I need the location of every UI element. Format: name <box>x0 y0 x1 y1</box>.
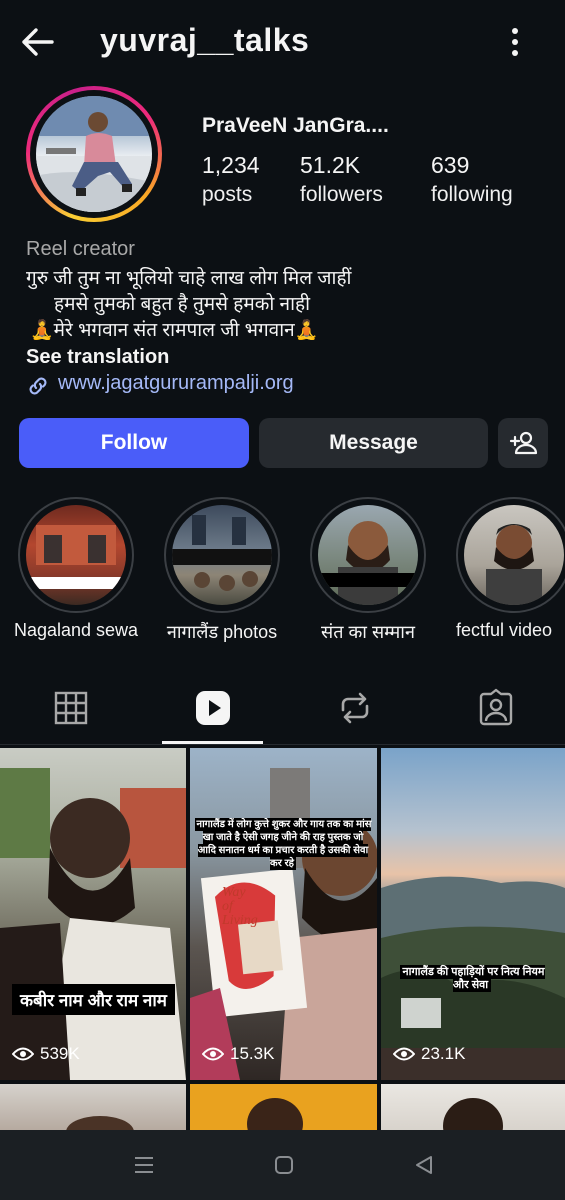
system-nav-bar <box>0 1130 565 1200</box>
repost-icon[interactable] <box>335 688 375 728</box>
top-bar: yuvraj__talks <box>0 0 565 80</box>
reel-thumbnail <box>381 876 565 1080</box>
link-icon <box>29 377 47 395</box>
add-user-button[interactable] <box>498 418 548 468</box>
avatar-photo <box>36 96 152 212</box>
profile-username: yuvraj__talks <box>100 22 310 58</box>
reel-views: 15.3K <box>202 1044 274 1064</box>
profile-category: Reel creator <box>26 238 135 260</box>
eye-icon <box>12 1047 34 1061</box>
see-translation-link[interactable]: See translation <box>26 346 169 369</box>
highlight-cover <box>172 505 272 605</box>
bio-link[interactable]: www.jagatgururampalji.org <box>58 372 294 395</box>
eye-icon <box>393 1047 415 1061</box>
grid-icon[interactable] <box>51 688 91 728</box>
followers-label: followers <box>300 183 383 206</box>
bio-line: हमसे तुमको बहुत है तुमसे हमको नाही <box>54 294 311 315</box>
highlight-cover <box>26 505 126 605</box>
message-button[interactable]: Message <box>259 418 488 468</box>
posts-count: 1,234 <box>202 152 260 178</box>
stat-posts[interactable]: 1,234 posts <box>202 152 260 207</box>
display-name: PraVeeN JanGra.... <box>202 114 389 137</box>
highlight-item[interactable] <box>310 497 426 613</box>
following-count: 639 <box>431 152 470 178</box>
reel-thumbnail <box>0 768 186 1080</box>
highlight-item[interactable] <box>456 497 565 613</box>
eye-icon <box>202 1047 224 1061</box>
reel-views-count: 539K <box>40 1044 80 1063</box>
highlight-cover <box>318 505 418 605</box>
highlight-item[interactable] <box>18 497 134 613</box>
posts-label: posts <box>202 183 253 206</box>
highlight-label: fectful video <box>456 620 553 640</box>
tagged-icon[interactable] <box>476 688 516 728</box>
reel-caption: नागालैंड की पहाड़ियों पर नित्य नियम और स… <box>397 965 547 992</box>
reel-tile[interactable]: नागालैंड की पहाड़ियों पर नित्य नियम और स… <box>381 748 565 1080</box>
reel-tile[interactable] <box>190 1084 377 1130</box>
highlight-label: संत का सम्मान <box>321 622 415 642</box>
recent-apps-icon[interactable] <box>133 1154 155 1176</box>
add-user-icon <box>509 431 538 455</box>
more-vertical-icon[interactable] <box>500 24 530 60</box>
reel-views: 23.1K <box>393 1044 465 1064</box>
bio-line: 🧘मेरे भगवान संत रामपाल जी भगवान🧘 <box>30 320 319 341</box>
reel-views-count: 15.3K <box>230 1044 275 1063</box>
bio-line: गुरु जी तुम ना भूलियो चाहे लाख लोग मिल ज… <box>26 268 352 289</box>
follow-button[interactable]: Follow <box>19 418 249 468</box>
reel-views-count: 23.1K <box>421 1044 466 1063</box>
reel-caption: कबीर नाम और राम नाम <box>12 984 175 1015</box>
reel-tile[interactable] <box>381 1084 565 1130</box>
reel-tile[interactable] <box>0 1084 186 1130</box>
highlight-cover <box>464 505 564 605</box>
reel-views: 539K <box>12 1044 80 1064</box>
back-nav-icon[interactable] <box>413 1154 435 1176</box>
reel-tile[interactable]: नागालैंड में लोग कुत्ते शुकर और गाय तक क… <box>190 748 377 1080</box>
book-title: Way of Living <box>222 885 258 928</box>
highlight-label: नागालैंड photos <box>166 622 278 642</box>
following-label: following <box>431 183 513 206</box>
reel-tile[interactable]: कबीर नाम और राम नाम 539K <box>0 748 186 1080</box>
reels-icon[interactable] <box>193 688 233 728</box>
reel-caption: नागालैंड में लोग कुत्ते शुकर और गाय तक क… <box>194 818 372 870</box>
stat-following[interactable]: 639 following <box>431 152 513 207</box>
stat-followers[interactable]: 51.2K followers <box>300 152 383 207</box>
highlight-item[interactable] <box>164 497 280 613</box>
avatar[interactable] <box>36 96 152 212</box>
arrow-left-icon[interactable] <box>18 22 58 62</box>
reel-thumbnail <box>190 768 377 1080</box>
home-icon[interactable] <box>273 1154 295 1176</box>
followers-count: 51.2K <box>300 152 361 178</box>
